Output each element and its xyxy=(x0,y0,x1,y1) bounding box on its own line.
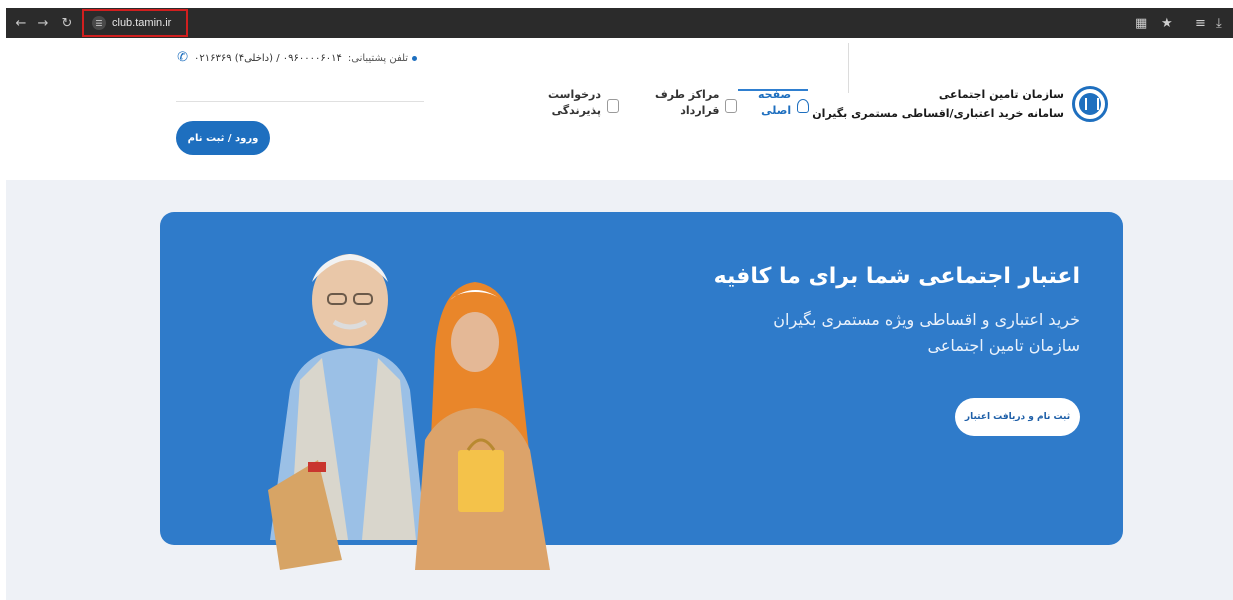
store-icon xyxy=(725,99,738,113)
nav-acceptance-line1: درخواست xyxy=(548,88,602,101)
nav-item-partners[interactable]: مراکز طرف قرارداد xyxy=(655,87,738,119)
brand-title: سازمان تامین اجتماعی xyxy=(938,88,1064,101)
browser-chrome: ← → ↻ ☰ club.tamin.ir ▦ ★ ≡ ⤓ xyxy=(0,0,1233,44)
header-divider xyxy=(848,43,849,93)
support-dot xyxy=(412,55,418,61)
support-divider xyxy=(176,101,424,102)
nav-partners-line1: مراکز طرف xyxy=(655,88,720,101)
phone-icon: ✆ xyxy=(177,50,188,65)
url-text[interactable]: club.tamin.ir xyxy=(112,17,171,29)
hero-title: اعتبار اجتماعی شما برای ما کافیه xyxy=(713,264,1080,289)
address-bar[interactable]: ☰ club.tamin.ir xyxy=(82,9,188,37)
brand[interactable]: سازمان تامین اجتماعی سامانه خرید اعتباری… xyxy=(812,86,1108,122)
support-phone[interactable]: تلفن پشتیبانی: ۰۹۶۰۰۰۰۶۰۱۴ / (داخلی۴) ۰۲… xyxy=(174,50,418,65)
nav-active-underline xyxy=(738,89,808,91)
support-label: تلفن پشتیبانی: xyxy=(347,52,409,64)
login-register-button[interactable]: ورود / ثبت نام xyxy=(176,121,270,155)
register-credit-button[interactable]: ثبت نام و دریافت اعتبار xyxy=(955,398,1080,436)
nav-item-acceptance[interactable]: درخواست پذیرندگی xyxy=(548,87,620,119)
hero-subtitle: خرید اعتباری و اقساطی ویژه مستمری بگیران… xyxy=(773,310,1080,355)
reload-icon[interactable]: ↻ xyxy=(52,8,82,38)
nav-partners-line2: قرارداد xyxy=(680,104,720,117)
nav-home-line2: اصلی xyxy=(761,104,792,117)
elderly-couple-illustration xyxy=(268,254,550,570)
browser-toolbar xyxy=(6,8,1233,38)
hero-text: اعتبار اجتماعی شما برای ما کافیه خرید اع… xyxy=(714,264,1080,359)
star-icon[interactable]: ★ xyxy=(1161,8,1173,38)
tamin-logo-icon[interactable] xyxy=(1072,86,1108,122)
document-icon xyxy=(607,99,620,113)
download-icon[interactable]: ⤓ xyxy=(1216,8,1222,38)
support-number[interactable]: ۰۹۶۰۰۰۰۶۰۱۴ / (داخلی۴) ۰۲۱۶۳۶۹ xyxy=(194,53,342,64)
brand-subtitle: سامانه خرید اعتباری/اقساطی مستمری بگیران xyxy=(812,107,1064,120)
nav-acceptance-line2: پذیرندگی xyxy=(551,104,602,117)
reading-list-icon[interactable]: ≡ xyxy=(1195,8,1206,38)
nav-item-home[interactable]: صفحه اصلی xyxy=(758,87,810,119)
translate-icon[interactable]: ▦ xyxy=(1135,8,1147,38)
site-info-icon[interactable]: ☰ xyxy=(92,16,106,30)
home-icon xyxy=(797,99,810,113)
